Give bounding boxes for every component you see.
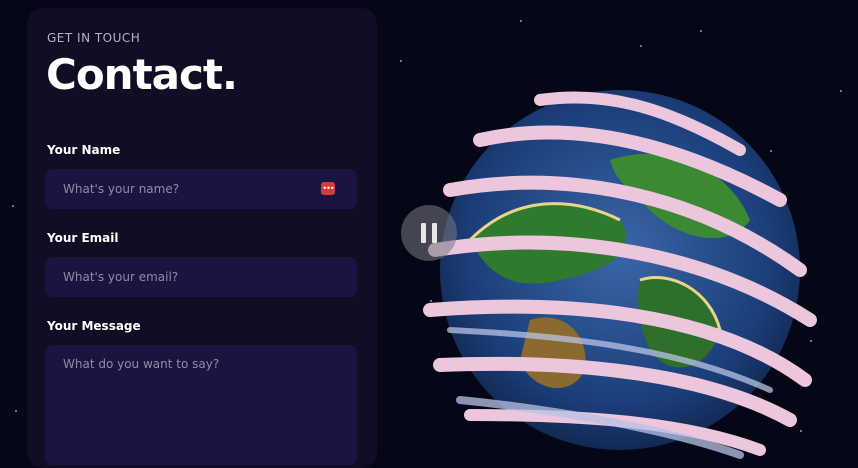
message-field[interactable]: What do you want to say? [45,345,357,465]
section-eyebrow: GET IN TOUCH [47,31,141,45]
name-field[interactable]: What's your name? ••• [45,169,357,209]
page-title: Contact. [46,50,238,99]
pause-button[interactable] [401,205,457,261]
name-label: Your Name [47,143,121,157]
email-placeholder: What's your email? [63,270,179,284]
message-label: Your Message [47,319,141,333]
password-manager-icon[interactable]: ••• [321,182,335,195]
message-placeholder: What do you want to say? [63,357,220,371]
earth-globe-canvas[interactable] [410,80,830,460]
name-placeholder: What's your name? [63,182,180,196]
pause-icon [421,223,426,243]
earth-globe-illustration [423,90,817,459]
email-field[interactable]: What's your email? [45,257,357,297]
pause-icon-bar [432,223,437,243]
email-label: Your Email [47,231,119,245]
